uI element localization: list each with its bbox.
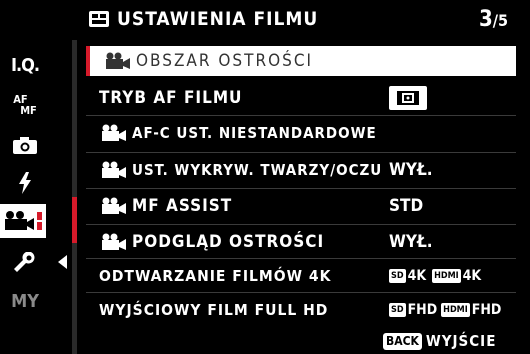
row-label: AF-C UST. NIESTANDARDOWE: [132, 124, 377, 142]
menu-row-mf-assist[interactable]: MF ASSIST STD: [86, 188, 516, 223]
format-label: 4K: [407, 268, 427, 284]
row-label: UST. WYKRYW. TWARZY/OCZU: [132, 161, 383, 179]
sidebar-position-indicator: [72, 197, 77, 243]
menu-row-movie-af-mode[interactable]: TRYB AF FILMU: [86, 81, 516, 115]
movie-icon: [102, 124, 126, 141]
camera-menu-screen: USTAWIENIA FILMU 3/5 I.Q. AF MF MY OBSZA…: [0, 0, 530, 354]
hdmi-badge: HDMI: [441, 303, 470, 317]
row-label: OBSZAR OSTROŚCI: [136, 51, 314, 71]
movie-icon: [102, 161, 126, 178]
back-button[interactable]: BACK: [383, 332, 422, 350]
menu-row-af-c-custom[interactable]: AF-C UST. NIESTANDARDOWE: [86, 115, 516, 150]
sd-card-badge: SD: [389, 269, 406, 283]
menu-title: USTAWIENIA FILMU: [117, 8, 319, 30]
menu-row-face-eye-detection[interactable]: UST. WYKRYW. TWARZY/OCZU WYŁ.: [86, 152, 516, 187]
sd-card-badge: SD: [389, 303, 406, 317]
sidebar-item-movie[interactable]: [0, 204, 46, 238]
page-number: 3: [478, 7, 493, 32]
movie-icon: [5, 211, 42, 230]
sidebar-item-label: I.Q.: [10, 54, 40, 76]
movie-icon: [102, 197, 126, 214]
movie-icon: [102, 233, 126, 250]
exit-label: WYJŚCIE: [425, 332, 497, 350]
row-label: WYJŚCIOWY FILM FULL HD: [99, 301, 329, 319]
row-label-wrap: AF-C UST. NIESTANDARDOWE: [100, 124, 377, 142]
row-value: STD: [389, 196, 424, 216]
hdmi-badge: HDMI: [432, 269, 461, 283]
row-label-wrap: UST. WYKRYW. TWARZY/OCZU: [100, 161, 382, 179]
camera-icon: [13, 137, 37, 154]
sidebar-item-image-quality[interactable]: I.Q.: [0, 48, 50, 82]
row-label: ODTWARZANIE FILMÓW 4K: [99, 267, 332, 285]
sidebar-item-shooting[interactable]: [0, 128, 50, 162]
row-value: SD 4K HDMI 4K: [389, 268, 481, 284]
movie-settings-icon: [89, 11, 109, 27]
format-label: FHD: [471, 302, 502, 318]
row-value: [389, 86, 427, 110]
row-label: TRYB AF FILMU: [99, 88, 243, 108]
sidebar-item-my-menu[interactable]: MY: [0, 284, 50, 318]
row-label: MF ASSIST: [132, 196, 233, 216]
page-total: /5: [492, 11, 508, 30]
sidebar-item-af-mf[interactable]: AF MF: [0, 88, 50, 122]
format-label: 4K: [462, 268, 482, 284]
row-value: SD FHD HDMI FHD: [389, 302, 501, 318]
menu-row-full-hd-output[interactable]: WYJŚCIOWY FILM FULL HD SD FHD HDMI FHD: [86, 292, 516, 327]
footer-hint: BACK WYJŚCIE: [383, 331, 496, 351]
row-label-wrap: MF ASSIST: [100, 196, 232, 216]
row-value: WYŁ.: [389, 232, 433, 252]
mf-label: MF: [20, 104, 37, 117]
format-label: FHD: [407, 302, 438, 318]
row-label-wrap: PODGLĄD OSTROŚCI: [100, 232, 324, 252]
row-label-wrap: OBSZAR OSTROŚCI: [104, 51, 313, 71]
my-menu-icon: MY: [11, 290, 39, 312]
menu-row-4k-playback[interactable]: ODTWARZANIE FILMÓW 4K SD 4K HDMI 4K: [86, 258, 516, 293]
row-value: WYŁ.: [389, 160, 433, 180]
flash-icon: [19, 172, 31, 194]
page-indicator: 3/5: [479, 7, 508, 32]
movie-icon: [106, 52, 130, 69]
menu-row-focus-check[interactable]: PODGLĄD OSTROŚCI WYŁ.: [86, 224, 516, 259]
menu-row-focus-area[interactable]: OBSZAR OSTROŚCI: [86, 46, 516, 76]
selected-tab-arrow: [58, 255, 67, 269]
af-mf-icon: AF MF: [13, 94, 37, 116]
menu-header: USTAWIENIA FILMU 3/5: [86, 5, 516, 39]
af-zone-icon: [389, 86, 427, 110]
wrench-icon: [14, 252, 35, 272]
menu-sidebar: I.Q. AF MF MY: [0, 40, 70, 354]
row-label: PODGLĄD OSTROŚCI: [132, 232, 325, 252]
sidebar-item-flash[interactable]: [0, 166, 50, 200]
sidebar-item-setup[interactable]: [0, 246, 50, 280]
